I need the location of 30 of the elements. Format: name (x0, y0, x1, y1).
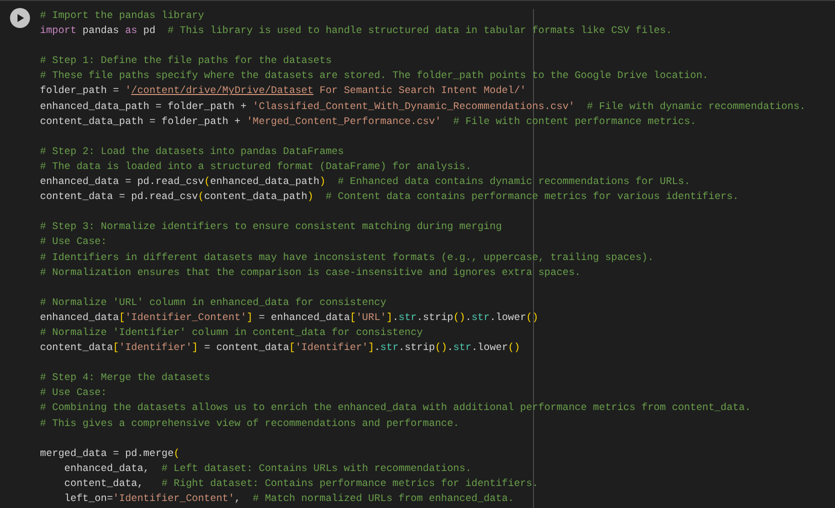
code-line: # Use Case: (40, 236, 107, 250)
code-line: # This gives a comprehensive view of recommendations and performance. (40, 418, 460, 432)
code-line: # Step 4: Merge the datasets (40, 372, 210, 386)
code-line: content_data, # Right dataset: Contains performance metrics for identifiers. (63, 478, 538, 492)
code-line: import pandas as pd # This library is used to handle structured data in tabular formats like CSV files. (40, 24, 672, 40)
code-line: content_data = pd.read_csv(content_data_path) # Content data contains performance metrics for various identifiers. (40, 190, 739, 206)
code-line: # The data is loaded into a structured format (DataFrame) for analysis. (40, 160, 472, 175)
code-line: # Step 1: Define the file paths for the datasets (40, 54, 332, 70)
code-line: # Use Case: (40, 387, 107, 402)
code-line: # Combining the datasets allows us to enrich the enhanced_data with additional performance metrics from content_data. (40, 402, 751, 416)
code-line: # These file paths specify where the datasets are stored. The folder_path points to the Google Drive location. (40, 70, 708, 84)
code-line: # Identifiers in different datasets may have inconsistent formats (e.g., uppercase, trailing spaces). (40, 252, 654, 266)
code-line: enhanced_data['Identifier_Content'] = enhanced_data['URL'].str.strip().str.lower() (40, 312, 538, 326)
code-line: content_data_path = folder_path + 'Merged_Content_Performance.csv' # File with content performance metrics. (40, 116, 696, 130)
code-line: enhanced_data, # Left dataset: Contains URLs with recommendations. (63, 462, 472, 477)
code-line: left_on='Identifier_Content', # Match normalized URLs from enhanced_data. (63, 492, 514, 507)
file-path-link[interactable]: /content/drive/MyDrive/Dataset (131, 86, 314, 98)
code-line: folder_path = '/content/drive/MyDrive/Dataset For Semantic Search Intent Model/' (40, 84, 526, 100)
code-line: # Import the pandas library (40, 10, 204, 24)
code-line: # Normalize 'Identifier' column in content_data for consistency (40, 326, 423, 341)
code-line: enhanced_data_path = folder_path + 'Classified_Content_With_Dynamic_Recommendations.csv' # File with dynamic recommendations. (40, 100, 806, 115)
code-line: enhanced_data = pd.read_csv(enhanced_data_path) # Enhanced data contains dynamic recommendations for URLs. (40, 176, 690, 190)
code-line: # Normalize 'URL' column in enhanced_data for consistency (40, 296, 386, 311)
code-line: content_data['Identifier'] = content_data['Identifier'].str.strip().str.lower() (40, 342, 520, 356)
code-line: merged_data = pd.merge( (40, 448, 180, 462)
play-icon (15, 13, 25, 23)
code-line: # Normalization ensures that the comparison is case-insensitive and ignores extra spaces. (40, 266, 581, 281)
code-line: # Step 2: Load the datasets into pandas DataFrames (40, 146, 344, 160)
code-line: # Step 3: Normalize identifiers to ensure consistent matching during merging (40, 220, 502, 236)
run-cell-button[interactable] (10, 8, 30, 28)
